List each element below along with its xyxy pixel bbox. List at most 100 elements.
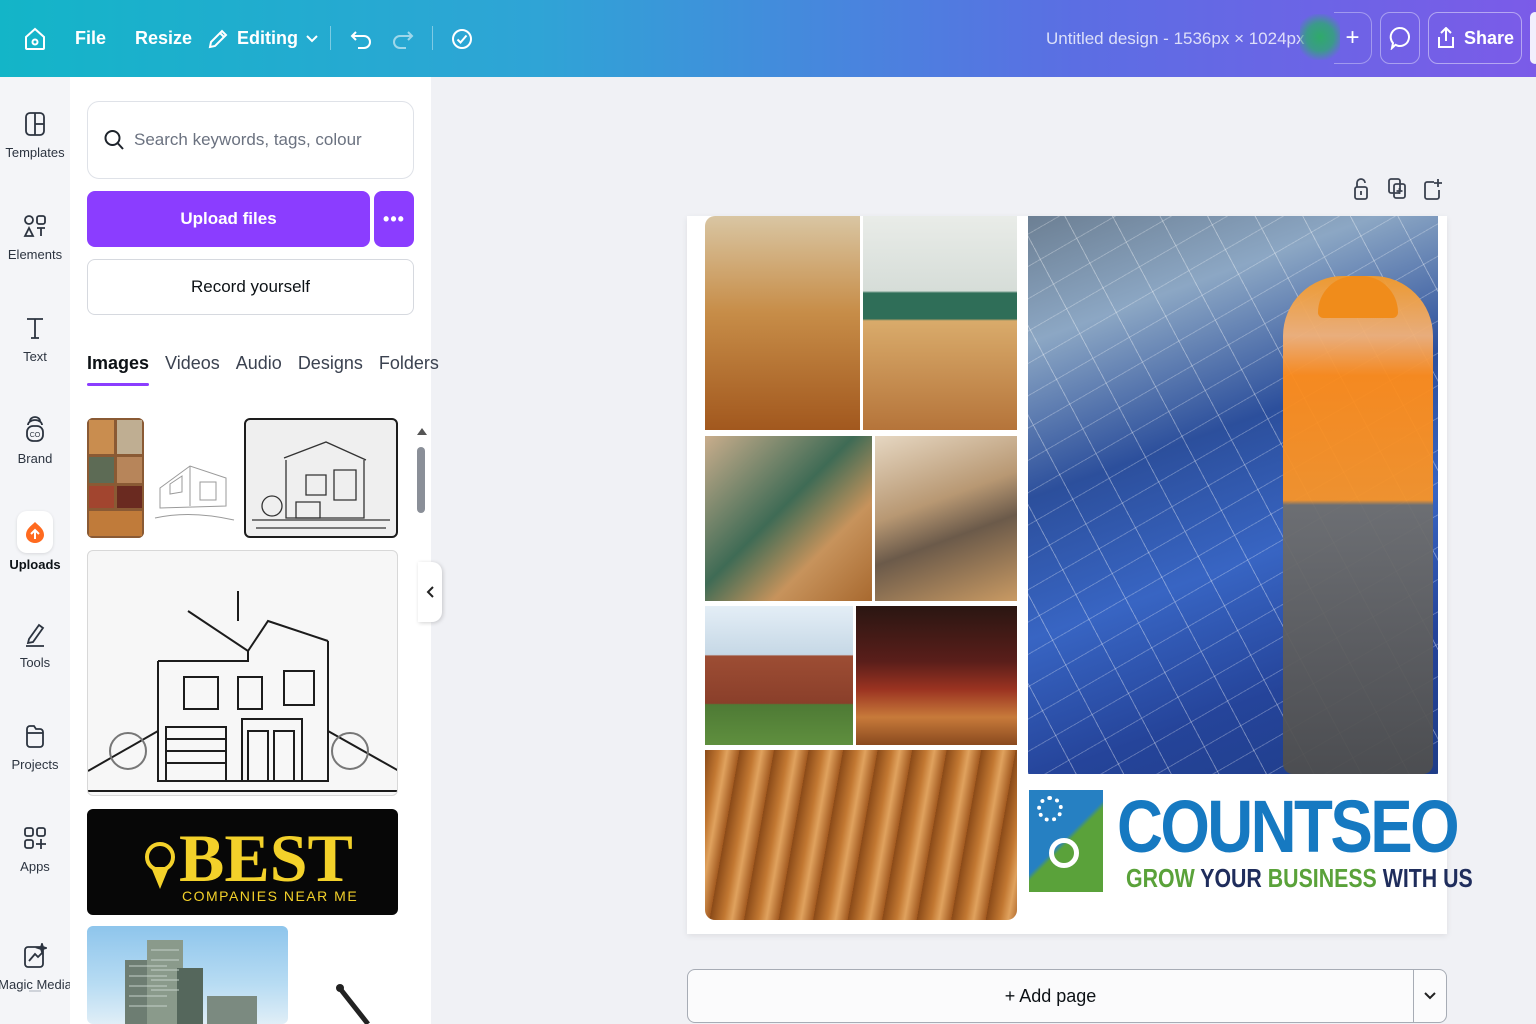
add-page-icon-button[interactable] — [1422, 176, 1444, 202]
photo-school-building[interactable] — [705, 606, 853, 745]
countseo-logo-icon[interactable] — [1029, 790, 1103, 892]
photo-floor-sanding-worker[interactable] — [875, 436, 1017, 601]
more-options-button[interactable]: ••• — [374, 191, 414, 247]
duplicate-page-button[interactable] — [1386, 176, 1408, 202]
photo-solar-worker[interactable] — [1028, 216, 1438, 774]
tagline-word: GROW — [1126, 863, 1195, 893]
upload-thumbnail-house-sketch[interactable] — [150, 418, 238, 538]
countseo-logo-title[interactable]: COUNTSEO — [1117, 784, 1460, 869]
redo-icon — [393, 30, 414, 49]
rail-item-brand[interactable]: CO Brand — [0, 383, 70, 473]
rail-item-tools[interactable]: Tools — [0, 587, 70, 677]
toolbar-divider — [432, 26, 433, 50]
rail-item-projects[interactable]: Projects — [0, 689, 70, 779]
gear-icon — [1037, 796, 1063, 822]
rail-label: Magic Media — [0, 977, 72, 992]
rail-label: Text — [23, 349, 47, 364]
tagline-word: YOUR — [1200, 863, 1262, 893]
best-companies-logo: BEST COMPANIES NEAR ME — [145, 820, 358, 904]
home-button[interactable] — [20, 0, 50, 77]
search-box[interactable] — [87, 101, 414, 179]
comment-button[interactable] — [1380, 12, 1420, 64]
tab-folders[interactable]: Folders — [379, 353, 439, 386]
design-page[interactable]: COUNTSEO GROW YOUR BUSINESS WITH US — [687, 216, 1473, 934]
rail-label: Templates — [5, 145, 65, 160]
photo-classroom[interactable] — [863, 216, 1017, 430]
photo-floor-sander[interactable] — [705, 436, 872, 601]
share-icon — [1437, 27, 1454, 48]
elements-icon — [18, 209, 52, 243]
collage-image — [87, 418, 144, 538]
design-title[interactable]: Untitled design - 1536px × 1024px — [1046, 0, 1305, 77]
uploads-panel: Upload files ••• Record yourself Images … — [70, 77, 439, 1024]
rail-item-uploads[interactable]: Uploads — [0, 485, 70, 575]
brand-icon: CO — [18, 413, 52, 447]
upload-thumbnail-tool[interactable] — [308, 926, 398, 1024]
upload-thumbnail-house-drawing[interactable] — [87, 550, 398, 796]
rail-item-templates[interactable]: Templates — [0, 77, 70, 167]
svg-text:CO: CO — [30, 432, 41, 439]
toolbar-overflow[interactable] — [1530, 12, 1536, 64]
panel-scrollbar[interactable] — [417, 447, 425, 513]
file-menu[interactable]: File — [75, 0, 106, 77]
photo-school-hallway[interactable] — [705, 216, 860, 430]
add-page-dropdown[interactable] — [1413, 969, 1447, 1023]
media-tabs: Images Videos Audio Designs Folders — [87, 353, 439, 386]
search-input[interactable] — [134, 130, 394, 150]
rail-label: Elements — [7, 247, 63, 262]
save-status-button[interactable] — [448, 0, 476, 77]
toolbar-divider — [330, 26, 331, 50]
undo-button[interactable] — [348, 0, 374, 77]
scroll-up-arrow[interactable] — [417, 428, 427, 435]
rail-item-magic-media[interactable]: Magic Media — [0, 909, 72, 999]
buildings-image — [125, 940, 257, 1024]
undo-icon — [350, 30, 371, 49]
worker-figure — [1283, 276, 1433, 774]
templates-icon — [18, 107, 52, 141]
lock-icon — [1354, 178, 1368, 200]
rail-item-text[interactable]: Text — [0, 281, 70, 371]
chevron-down-icon — [1424, 992, 1436, 1000]
duplicate-icon — [1388, 178, 1406, 199]
tab-videos[interactable]: Videos — [165, 353, 220, 386]
upload-thumbnail-collage[interactable] — [87, 418, 144, 538]
tab-designs[interactable]: Designs — [298, 353, 363, 386]
search-icon — [104, 130, 124, 150]
tab-images[interactable]: Images — [87, 353, 150, 386]
upload-thumbnail-modern-house[interactable] — [244, 418, 398, 538]
upload-files-button[interactable]: Upload files — [87, 191, 370, 247]
house-drawing-image — [88, 591, 397, 792]
comment-icon — [1389, 26, 1410, 50]
add-page-icon — [1424, 179, 1442, 200]
photo-hardwood-floor[interactable] — [705, 750, 1017, 920]
rail-label: Tools — [19, 655, 51, 670]
rail-item-apps[interactable]: Apps — [0, 791, 70, 881]
rail-label: Projects — [11, 757, 59, 772]
photo-auditorium-stage[interactable] — [856, 606, 1017, 745]
page-tools — [1350, 176, 1444, 202]
chevron-down-icon — [306, 34, 318, 42]
countseo-tagline[interactable]: GROW YOUR BUSINESS WITH US — [1126, 863, 1473, 894]
collapse-panel-button[interactable] — [418, 562, 442, 622]
resize-menu[interactable]: Resize — [135, 0, 192, 77]
apps-icon — [18, 821, 52, 855]
redo-button[interactable] — [390, 0, 416, 77]
record-yourself-button[interactable]: Record yourself — [87, 259, 414, 315]
editing-mode-button[interactable]: Editing — [207, 0, 318, 77]
home-icon — [25, 27, 45, 50]
rail-label: Apps — [20, 859, 50, 874]
projects-icon — [18, 719, 52, 753]
share-button[interactable]: Share — [1428, 12, 1522, 64]
lock-page-button[interactable] — [1350, 176, 1372, 202]
best-logo-subtitle: COMPANIES NEAR ME — [182, 888, 358, 904]
upload-thumbnail-best-companies[interactable]: BEST COMPANIES NEAR ME — [87, 809, 398, 915]
tab-audio[interactable]: Audio — [236, 353, 282, 386]
tool-image — [336, 984, 370, 1024]
add-collaborator-button[interactable]: + — [1334, 12, 1372, 64]
add-page-button[interactable]: + Add page — [687, 969, 1414, 1023]
magnifier-icon — [1049, 838, 1079, 868]
tagline-word: BUSINESS — [1267, 863, 1377, 893]
modern-house-image — [252, 441, 390, 529]
upload-thumbnail-buildings[interactable] — [87, 926, 288, 1024]
rail-item-elements[interactable]: Elements — [0, 179, 70, 269]
